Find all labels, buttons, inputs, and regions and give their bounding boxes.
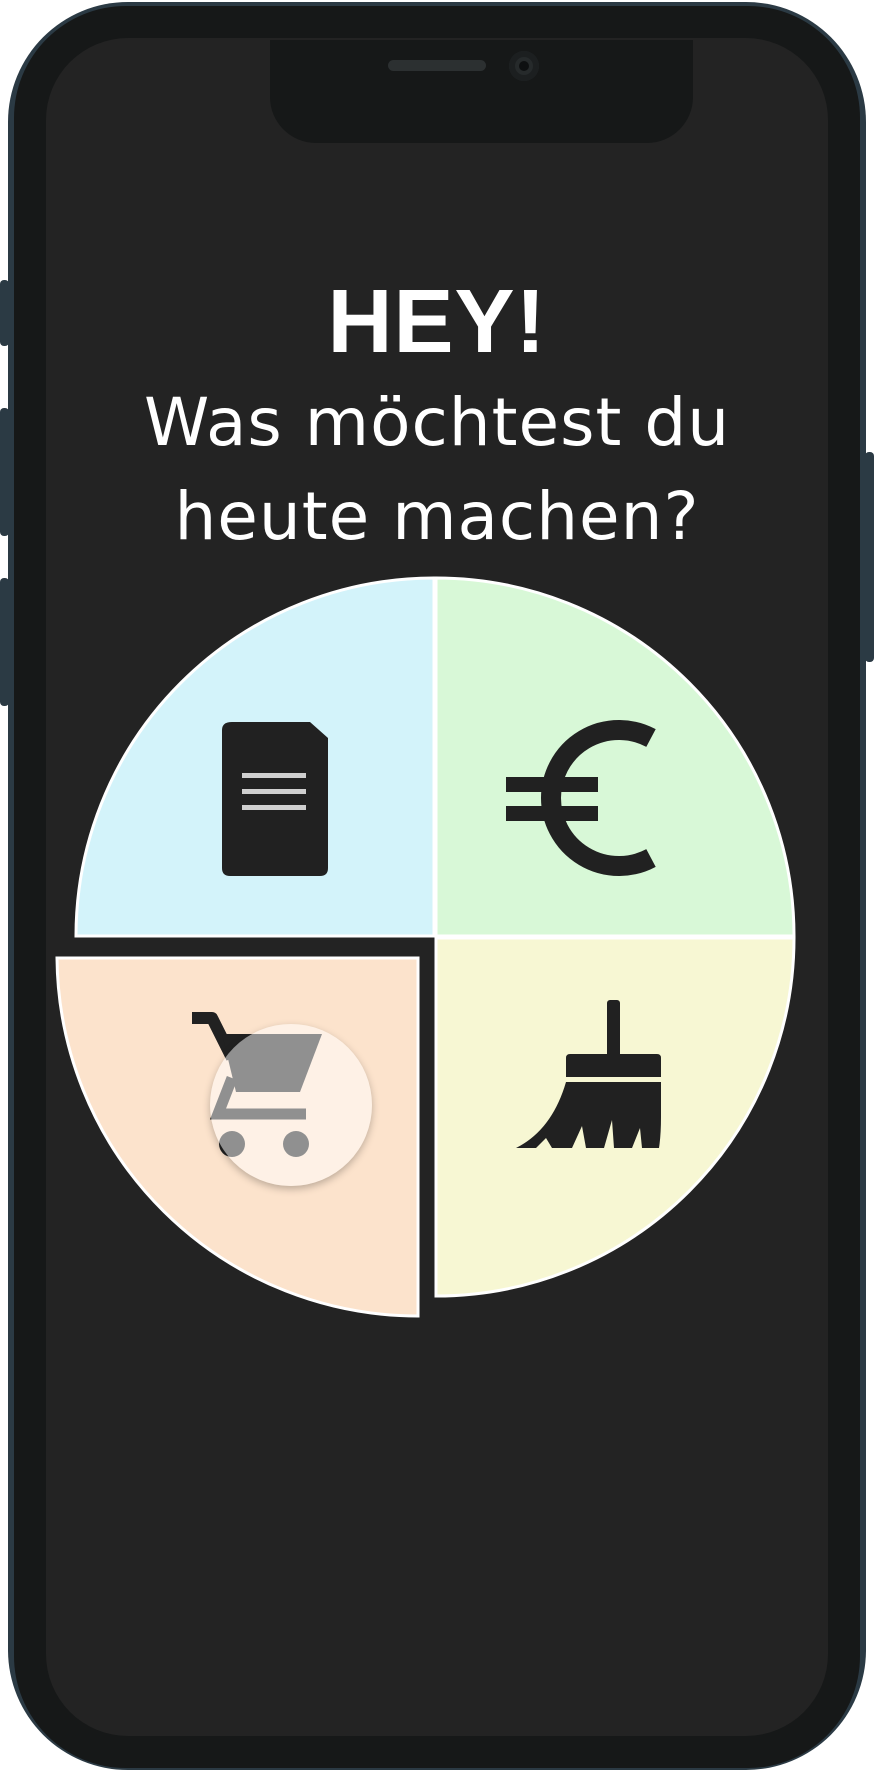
greeting-subtitle: Was möchtest du heute machen? — [0, 376, 874, 564]
document-icon — [222, 722, 328, 876]
touch-indicator — [210, 1024, 372, 1186]
greeting-subtitle-line-1: Was möchtest du — [143, 384, 731, 461]
greeting-title: HEY! — [327, 272, 547, 372]
greeting-subtitle-line-2: heute machen? — [174, 478, 700, 555]
front-camera — [509, 51, 539, 81]
notch — [270, 40, 693, 143]
earpiece-speaker — [388, 60, 486, 71]
